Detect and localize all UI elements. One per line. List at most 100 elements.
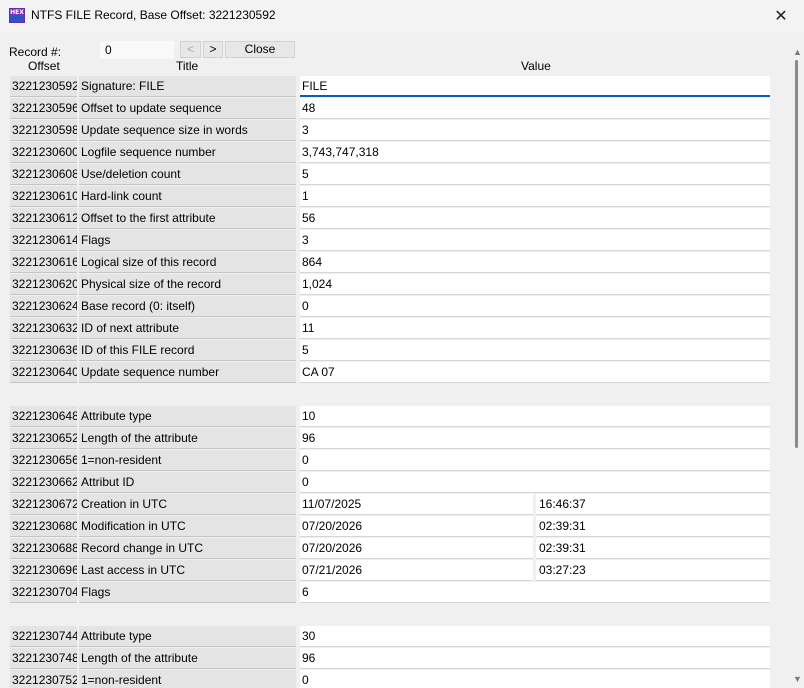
value-field[interactable]: 864	[300, 252, 770, 273]
value-field[interactable]: 07/20/2026	[300, 516, 533, 537]
window-title: NTFS FILE Record, Base Offset: 322123059…	[31, 8, 276, 22]
title-cell: Signature: FILE	[79, 76, 296, 97]
value-field[interactable]: 48	[300, 98, 770, 119]
table-row: 3221230592 Signature: FILE FILE	[10, 76, 770, 97]
title-cell: Last access in UTC	[79, 560, 296, 581]
offset-cell: 3221230662	[10, 472, 77, 493]
table-row: 3221230614 Flags 3	[10, 230, 770, 251]
offset-cell: 3221230680	[10, 516, 77, 537]
value-field[interactable]: FILE	[300, 76, 770, 97]
value-field[interactable]: 11/07/2025	[300, 494, 533, 515]
offset-cell: 3221230600	[10, 142, 77, 163]
value-field[interactable]: 07/21/2026	[300, 560, 533, 581]
table-row: 3221230624 Base record (0: itself) 0	[10, 296, 770, 317]
table-row: 3221230744 Attribute type 30	[10, 626, 770, 647]
table-row: 3221230640 Update sequence number CA 07	[10, 362, 770, 383]
time-value-field[interactable]: 03:27:23	[536, 560, 770, 581]
title-cell: Creation in UTC	[79, 494, 296, 515]
offset-cell: 3221230632	[10, 318, 77, 339]
previous-record-button[interactable]: <	[180, 41, 201, 58]
offset-cell: 3221230752	[10, 670, 77, 688]
table-row: 3221230752 1=non-resident 0	[10, 670, 770, 688]
title-cell: Attribute type	[79, 406, 296, 427]
time-value-field[interactable]: 02:39:31	[536, 516, 770, 537]
scrollbar-thumb[interactable]	[795, 60, 798, 448]
column-header-value: Value	[521, 59, 551, 73]
offset-cell: 3221230610	[10, 186, 77, 207]
value-field[interactable]: 6	[300, 582, 770, 603]
app-icon-label: HEX	[10, 9, 24, 16]
value-field[interactable]: 3,743,747,318	[300, 142, 770, 163]
offset-cell: 3221230688	[10, 538, 77, 559]
scroll-down-icon[interactable]: ▼	[793, 674, 802, 684]
title-cell: ID of this FILE record	[79, 340, 296, 361]
title-cell: Modification in UTC	[79, 516, 296, 537]
table-row: 3221230612 Offset to the first attribute 5…	[10, 208, 770, 229]
table-row: 3221230632 ID of next attribute 11	[10, 318, 770, 339]
title-cell: 1=non-resident	[79, 450, 296, 471]
title-cell: Logfile sequence number	[79, 142, 296, 163]
dialog-client: Record #: 0 < > Close Offset Title Value…	[0, 32, 804, 688]
table-row: 3221230620 Physical size of the record 1,0…	[10, 274, 770, 295]
title-cell: Logical size of this record	[79, 252, 296, 273]
table-row: 3221230656 1=non-resident 0	[10, 450, 770, 471]
offset-cell: 3221230748	[10, 648, 77, 669]
value-field[interactable]: 0	[300, 450, 770, 471]
time-value-field[interactable]: 16:46:37	[536, 494, 770, 515]
table-row: 3221230648 Attribute type 10	[10, 406, 770, 427]
title-cell: Flags	[79, 582, 296, 603]
window-close-icon[interactable]: ✕	[758, 0, 804, 32]
value-field[interactable]: 07/20/2026	[300, 538, 533, 559]
offset-cell: 3221230596	[10, 98, 77, 119]
offset-cell: 3221230656	[10, 450, 77, 471]
offset-cell: 3221230614	[10, 230, 77, 251]
title-cell: Hard-link count	[79, 186, 296, 207]
scroll-up-icon[interactable]: ▲	[793, 47, 802, 57]
title-cell: Length of the attribute	[79, 428, 296, 449]
value-field[interactable]: 96	[300, 428, 770, 449]
value-field[interactable]: 0	[300, 296, 770, 317]
offset-cell: 3221230648	[10, 406, 77, 427]
value-field[interactable]: 3	[300, 230, 770, 251]
value-field[interactable]: 0	[300, 670, 770, 688]
title-cell: Attribute type	[79, 626, 296, 647]
offset-cell: 3221230744	[10, 626, 77, 647]
close-button[interactable]: Close	[225, 41, 295, 58]
column-header-offset: Offset	[28, 59, 60, 73]
offset-cell: 3221230616	[10, 252, 77, 273]
value-field[interactable]: 1	[300, 186, 770, 207]
value-field[interactable]: 5	[300, 340, 770, 361]
value-field[interactable]: 10	[300, 406, 770, 427]
title-cell: Use/deletion count	[79, 164, 296, 185]
title-cell: Update sequence size in words	[79, 120, 296, 141]
table-row: 3221230704 Flags 6	[10, 582, 770, 603]
table-row: 3221230616 Logical size of this record 864	[10, 252, 770, 273]
value-field[interactable]: 56	[300, 208, 770, 229]
next-record-button[interactable]: >	[203, 41, 223, 58]
offset-cell: 3221230592	[10, 76, 77, 97]
value-field[interactable]: 5	[300, 164, 770, 185]
table-row: 3221230598 Update sequence size in words 3	[10, 120, 770, 141]
record-label: Record #:	[9, 45, 62, 59]
offset-cell: 3221230704	[10, 582, 77, 603]
value-field[interactable]: 3	[300, 120, 770, 141]
table-row: 3221230652 Length of the attribute 96	[10, 428, 770, 449]
title-cell: Record change in UTC	[79, 538, 296, 559]
time-value-field[interactable]: 02:39:31	[536, 538, 770, 559]
record-number-input[interactable]: 0	[100, 41, 174, 59]
app-icon: HEX	[9, 8, 25, 23]
table-row: 3221230636 ID of this FILE record 5	[10, 340, 770, 361]
value-field[interactable]: 0	[300, 472, 770, 493]
value-field[interactable]: 96	[300, 648, 770, 669]
table-row: 3221230662 Attribut ID 0	[10, 472, 770, 493]
table-row: 3221230608 Use/deletion count 5	[10, 164, 770, 185]
title-bar: HEX NTFS FILE Record, Base Offset: 32212…	[0, 0, 804, 32]
offset-cell: 3221230608	[10, 164, 77, 185]
value-field[interactable]: 30	[300, 626, 770, 647]
value-field[interactable]: 11	[300, 318, 770, 339]
offset-cell: 3221230652	[10, 428, 77, 449]
vertical-scrollbar[interactable]: ▲ ▼	[790, 42, 804, 688]
table-row: 3221230680 Modification in UTC 07/20/2026 0…	[10, 516, 770, 537]
value-field[interactable]: 1,024	[300, 274, 770, 295]
value-field[interactable]: CA 07	[300, 362, 770, 383]
